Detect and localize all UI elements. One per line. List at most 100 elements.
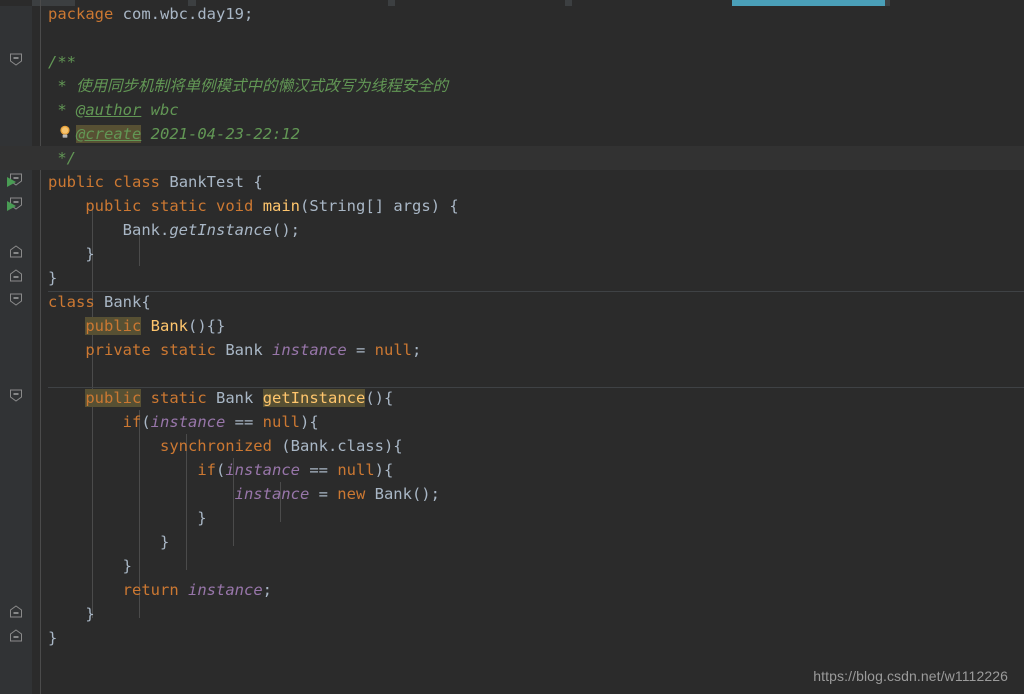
token-keyword-null: null [337, 461, 375, 479]
code-editor[interactable]: package com.wbc.day19; /** * 使用同步机制将单例模式… [0, 0, 1024, 694]
token-keyword-synchronized: synchronized [159, 437, 272, 455]
token-closing-brace: } [48, 557, 132, 575]
token-operator: == [225, 413, 263, 431]
code-line[interactable]: /** [0, 50, 1024, 74]
code-line[interactable]: } [0, 266, 1024, 290]
code-line[interactable]: @create 2021-04-23-22:12 [0, 122, 1024, 146]
code-line[interactable]: } [0, 602, 1024, 626]
code-line[interactable]: package com.wbc.day19; [0, 2, 1024, 26]
token-keyword: package [48, 5, 114, 23]
token-param-args: args [393, 197, 431, 215]
token-type-String: String [309, 197, 366, 215]
code-line[interactable]: } [0, 626, 1024, 650]
token-javadoc-star: * [48, 77, 76, 95]
code-line[interactable]: class Bank{ [0, 290, 1024, 314]
token-paren: (){} [188, 317, 226, 335]
token-create-value: 2021-04-23-22:12 [150, 125, 300, 143]
code-line[interactable]: } [0, 506, 1024, 530]
code-line[interactable]: public static Bank getInstance(){ [0, 386, 1024, 410]
token-paren: (); [411, 485, 440, 503]
token-keyword-return: return [122, 581, 179, 599]
token-type-Bank: Bank [104, 293, 142, 311]
token-method-main: main [262, 197, 301, 215]
token-javadoc-star: * [48, 101, 76, 119]
token-keyword-class: class [48, 293, 95, 311]
code-content[interactable]: package com.wbc.day19; /** * 使用同步机制将单例模式… [0, 0, 1024, 694]
token-brace: { [244, 173, 263, 191]
token-closing-brace: } [48, 245, 95, 263]
code-line[interactable]: } [0, 554, 1024, 578]
token-semicolon: ; [412, 341, 422, 359]
token-field-instance: instance [225, 461, 300, 479]
token-paren: ( [141, 413, 151, 431]
code-line[interactable] [0, 362, 1024, 386]
token-keyword-public: public [85, 317, 142, 335]
code-line[interactable]: if(instance == null){ [0, 410, 1024, 434]
watermark-url: https://blog.csdn.net/w1112226 [813, 668, 1008, 684]
code-line[interactable]: if(instance == null){ [0, 458, 1024, 482]
code-line[interactable]: return instance; [0, 578, 1024, 602]
code-line[interactable]: } [0, 242, 1024, 266]
token-operator: = [309, 485, 338, 503]
code-line[interactable]: public static void main(String[] args) { [0, 194, 1024, 218]
code-line[interactable]: synchronized (Bank.class){ [0, 434, 1024, 458]
token-dot: . [159, 221, 170, 239]
token-paren: ( [271, 437, 291, 455]
code-line-current[interactable]: */ [0, 146, 1024, 170]
token-paren: ( [300, 197, 310, 215]
code-line[interactable]: } [0, 530, 1024, 554]
token-javadoc-text: 使用同步机制将单例模式中的懒汉式改写为线程安全的 [76, 77, 449, 95]
token-paren: ) { [430, 197, 459, 215]
code-line[interactable]: instance = new Bank(); [0, 482, 1024, 506]
code-line[interactable]: public Bank(){} [0, 314, 1024, 338]
code-line[interactable] [0, 26, 1024, 50]
token-keyword-private: private [85, 341, 151, 359]
token-field-instance: instance [272, 341, 347, 359]
token-keyword-static: static [150, 389, 207, 407]
code-line[interactable]: * @author wbc [0, 98, 1024, 122]
token-closing-brace: } [48, 533, 170, 551]
token-type-Bank: Bank [216, 389, 254, 407]
token-constructor-Bank: Bank [150, 317, 188, 335]
code-line[interactable]: private static Bank instance = null; [0, 338, 1024, 362]
token-brace: { [141, 293, 151, 311]
token-keyword-public: public [85, 197, 142, 215]
token-operator: = [346, 341, 375, 359]
code-line[interactable]: * 使用同步机制将单例模式中的懒汉式改写为线程安全的 [0, 74, 1024, 98]
token-keyword-new: new [337, 485, 366, 503]
token-keyword-if: if [197, 461, 216, 479]
token-javadoc-close: */ [48, 149, 76, 167]
token-paren: (){ [365, 389, 394, 407]
token-operator: == [299, 461, 338, 479]
token-keyword-null: null [374, 341, 412, 359]
token-field-instance: instance [234, 485, 310, 503]
code-line[interactable]: public class BankTest { [0, 170, 1024, 194]
token-semicolon: ; [262, 581, 272, 599]
token-keyword-class: class [113, 173, 161, 191]
token-type-Bank: Bank [122, 221, 160, 239]
token-type-BankTest: BankTest [169, 173, 245, 191]
token-javadoc-tag-author: @author [76, 101, 142, 119]
token-javadoc-open: /** [48, 53, 76, 71]
code-line[interactable]: Bank.getInstance(); [0, 218, 1024, 242]
token-keyword-null: null [262, 413, 300, 431]
token-brackets: [] [365, 197, 394, 215]
token-package-name: com.wbc.day19; [122, 5, 254, 23]
